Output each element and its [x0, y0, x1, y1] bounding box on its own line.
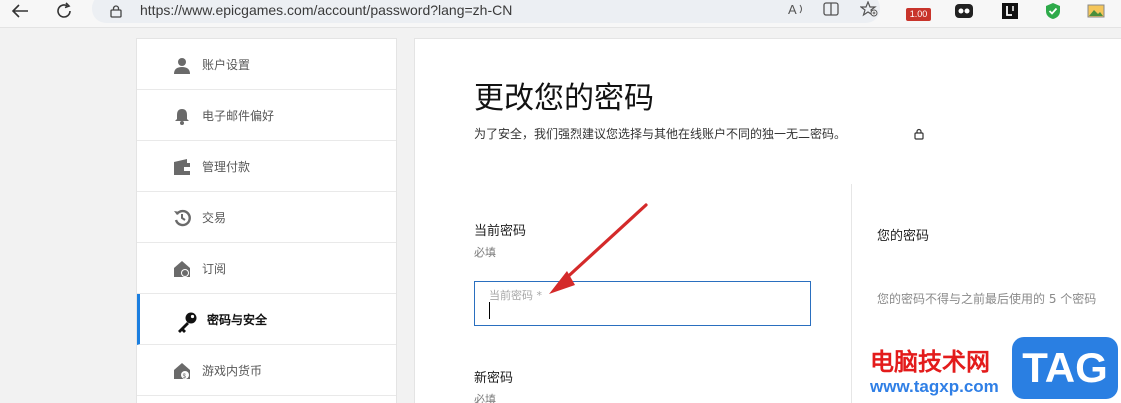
password-rules-heading: 您的密码 [877, 229, 930, 244]
sidebar-item-manage-payments[interactable]: 管理付款 [137, 141, 396, 192]
current-password-placeholder: 当前密码 * [489, 289, 542, 302]
bell-icon [173, 107, 191, 125]
extension-lastpass-icon[interactable] [998, 0, 1022, 22]
back-icon[interactable] [6, 0, 34, 22]
lock-icon [110, 3, 122, 22]
url-text[interactable]: https://www.epicgames.com/account/passwo… [140, 2, 512, 18]
account-sidebar: 账户设置 电子邮件偏好 管理付款 交易 订阅 密码与安全 $ 游戏内货币 [136, 38, 397, 403]
svg-text:A: A [788, 2, 797, 16]
current-password-input[interactable]: 当前密码 * [474, 281, 811, 326]
sidebar-item-label: 交易 [202, 211, 227, 225]
read-aloud-icon[interactable]: A [788, 1, 806, 20]
sidebar-item-email-preferences[interactable]: 电子邮件偏好 [137, 90, 396, 141]
subscription-icon [173, 260, 191, 278]
key-icon [176, 311, 197, 333]
sidebar-item-label: 管理付款 [202, 160, 251, 174]
favorite-add-icon[interactable] [859, 0, 878, 21]
address-bar[interactable]: https://www.epicgames.com/account/passwo… [92, 0, 880, 23]
text-caret [489, 302, 490, 319]
extension-image-icon[interactable] [1084, 0, 1108, 22]
watermark-url: www.tagxp.com [870, 377, 999, 396]
panel-divider [851, 184, 852, 403]
extension-glasses-icon[interactable] [952, 0, 976, 22]
sidebar-item-label: 账户设置 [202, 58, 251, 72]
page-title: 更改您的密码 [474, 81, 654, 116]
sidebar-item-label: 游戏内货币 [202, 364, 263, 378]
current-password-label: 当前密码 [474, 224, 527, 239]
sidebar-item-transactions[interactable]: 交易 [137, 192, 396, 243]
sidebar-item-subscriptions[interactable]: 订阅 [137, 243, 396, 294]
extension-shield-icon[interactable] [1041, 0, 1065, 22]
lock-icon [914, 125, 924, 144]
sidebar-item-in-game-currency[interactable]: $ 游戏内货币 [137, 345, 396, 396]
history-icon [173, 209, 191, 227]
currency-icon: $ [173, 362, 191, 380]
watermark-site-name: 电脑技术网 [870, 348, 990, 376]
sidebar-item-password-security[interactable]: 密码与安全 [137, 294, 396, 345]
split-screen-icon[interactable] [823, 1, 839, 20]
sidebar-item-label: 密码与安全 [207, 313, 268, 327]
new-password-label: 新密码 [474, 371, 514, 386]
reload-icon[interactable] [50, 0, 78, 22]
browser-toolbar: https://www.epicgames.com/account/passwo… [0, 0, 1121, 28]
current-password-required: 必填 [474, 246, 496, 259]
new-password-required: 必填 [474, 393, 496, 403]
page-subtitle: 为了安全，我们强烈建议您选择与其他在线账户不同的独一无二密码。 [474, 127, 847, 141]
extension-badge: 1.00 [906, 8, 931, 21]
sidebar-item-label: 电子邮件偏好 [202, 109, 275, 123]
sidebar-item-label: 订阅 [202, 262, 227, 276]
watermark-tag: TAG [1012, 337, 1118, 399]
sidebar-item-account-settings[interactable]: 账户设置 [137, 39, 396, 90]
password-rules-text: 您的密码不得与之前最后使用的 5 个密码 [877, 292, 1097, 306]
wallet-icon [173, 158, 191, 176]
user-icon [173, 56, 191, 74]
